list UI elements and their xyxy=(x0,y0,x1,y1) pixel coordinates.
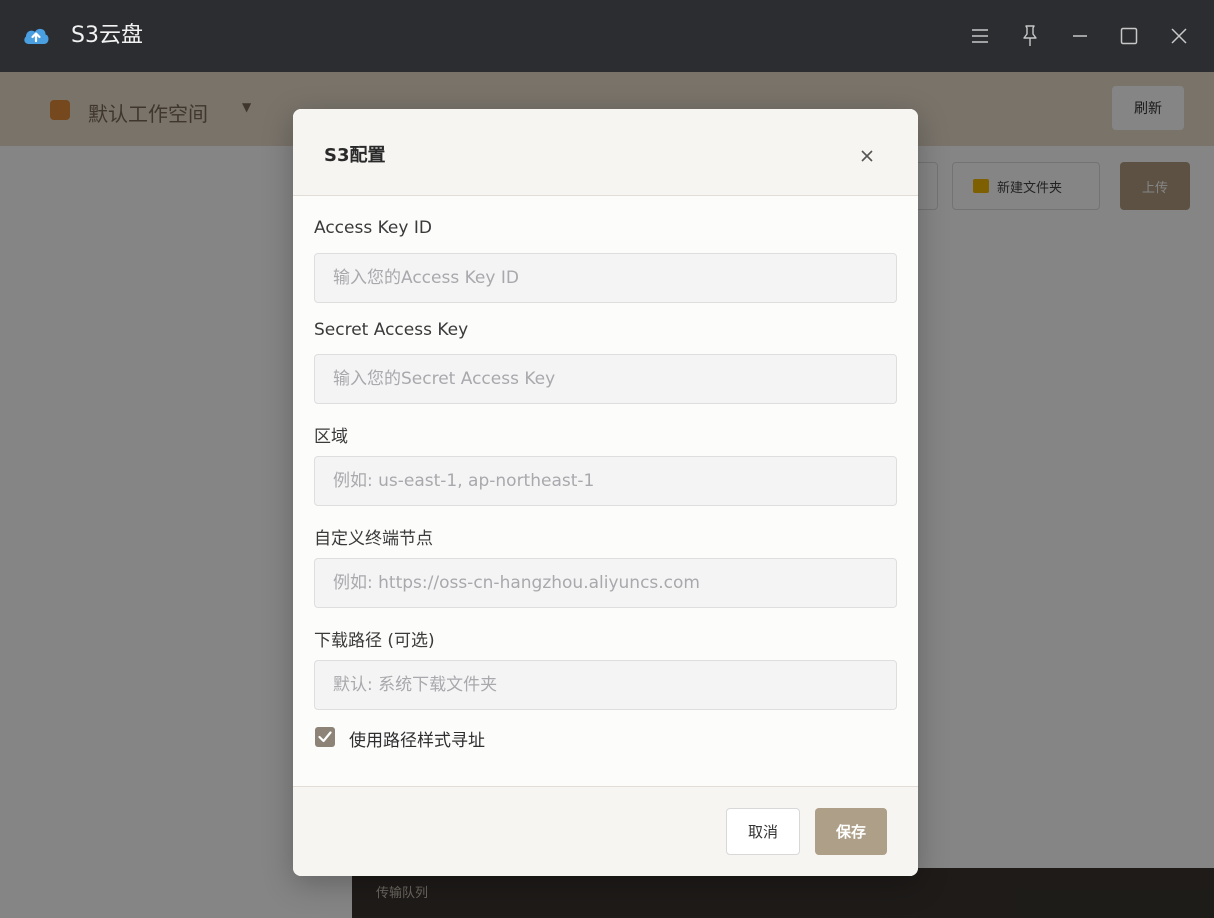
dialog-title: S3配置 xyxy=(324,145,386,166)
menu-icon[interactable] xyxy=(966,22,994,50)
dialog-close-icon[interactable] xyxy=(857,146,877,166)
custom-endpoint-input[interactable] xyxy=(314,558,897,608)
dialog-footer: 取消 保存 xyxy=(293,786,918,876)
pin-icon[interactable] xyxy=(1016,22,1044,50)
access-key-id-input[interactable] xyxy=(314,253,897,303)
close-icon[interactable] xyxy=(1165,22,1193,50)
secret-access-key-input[interactable] xyxy=(314,354,897,404)
title-bar: S3云盘 xyxy=(0,0,1214,72)
s3-config-dialog: S3配置 Access Key ID Secret Access Key 区域 … xyxy=(293,109,918,876)
region-label: 区域 xyxy=(314,427,348,447)
path-style-checkbox[interactable] xyxy=(315,727,335,747)
region-input[interactable] xyxy=(314,456,897,506)
app-title: S3云盘 xyxy=(71,23,143,48)
download-path-input[interactable] xyxy=(314,660,897,710)
save-button[interactable]: 保存 xyxy=(815,808,887,855)
dialog-header: S3配置 xyxy=(293,109,918,196)
download-path-label: 下载路径 (可选) xyxy=(314,631,435,651)
maximize-icon[interactable] xyxy=(1115,22,1143,50)
path-style-label[interactable]: 使用路径样式寻址 xyxy=(349,726,485,751)
access-key-id-label: Access Key ID xyxy=(314,218,432,238)
custom-endpoint-label: 自定义终端节点 xyxy=(314,529,433,549)
secret-access-key-label: Secret Access Key xyxy=(314,320,469,340)
minimize-icon[interactable] xyxy=(1066,22,1094,50)
cancel-button[interactable]: 取消 xyxy=(726,808,800,855)
cloud-upload-icon xyxy=(22,24,50,48)
